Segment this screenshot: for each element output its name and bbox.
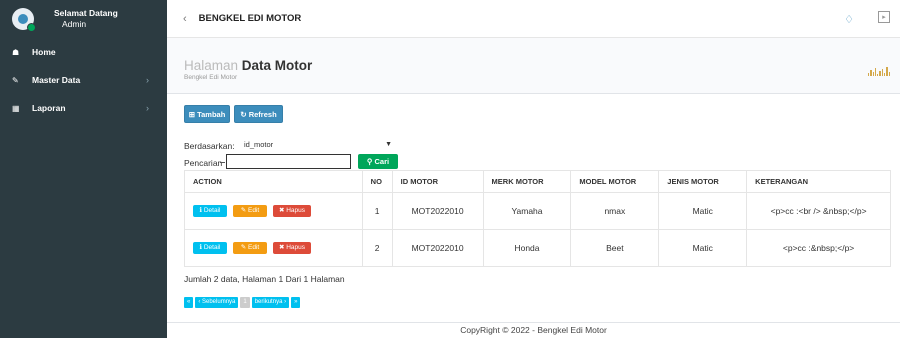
filter-select[interactable]: id_motor ▼ xyxy=(240,137,398,152)
user-info: Selamat Datang Admin xyxy=(54,8,118,30)
page-title-prefix: Halaman xyxy=(184,58,239,73)
user-panel: Selamat Datang Admin xyxy=(0,0,167,38)
cell-id-motor: MOT2022010 xyxy=(391,229,484,267)
cell-model: Beet xyxy=(570,229,660,267)
pagination-summary: Jumlah 2 data, Halaman 1 Dari 1 Halaman xyxy=(184,274,345,284)
footer: CopyRight © 2022 - Bengkel Edi Motor xyxy=(167,322,900,338)
cell-id-motor: MOT2022010 xyxy=(391,192,484,230)
refresh-button-label: Refresh xyxy=(248,109,277,119)
prev-page-button[interactable]: ‹ Sebelumnya xyxy=(195,297,239,308)
paint-bucket-icon[interactable]: ♢ xyxy=(844,13,854,26)
sidebar-menu: ☗ Home ✎ Master Data › ▦ Laporan › xyxy=(0,38,167,122)
cell-jenis: Matic xyxy=(658,192,748,230)
column-header: ID MOTOR xyxy=(391,170,484,193)
search-label: Pencarian xyxy=(184,158,223,168)
cell-keterangan: <p>cc :&nbsp;</p> xyxy=(746,229,891,267)
column-header: ACTION xyxy=(184,170,363,193)
delete-button[interactable]: ✖ Hapus xyxy=(273,242,311,254)
column-header: MERK MOTOR xyxy=(482,170,572,193)
content-box: ⊞ Tambah ↻ Refresh Berdasarkan: id_motor… xyxy=(167,94,900,322)
sidebar-item-laporan[interactable]: ▦ Laporan › xyxy=(0,94,167,122)
current-page: 1 xyxy=(240,297,250,308)
sparkline-icon xyxy=(868,66,890,76)
cell-keterangan: <p>cc :<br /> &nbsp;</p> xyxy=(746,192,891,230)
user-role: Admin xyxy=(62,19,87,29)
sidebar-toggle-icon[interactable]: ‹ xyxy=(183,13,187,25)
action-cell: ℹ Detail ✎ Edit ✖ Hapus xyxy=(184,192,363,230)
cell-no: 2 xyxy=(361,229,393,267)
sidebar-item-master-data[interactable]: ✎ Master Data › xyxy=(0,66,167,94)
sidebar: Selamat Datang Admin ☗ Home ✎ Master Dat… xyxy=(0,0,167,338)
cell-merk: Yamaha xyxy=(482,192,572,230)
page-title: Halaman Data Motor xyxy=(184,58,312,73)
action-cell: ℹ Detail ✎ Edit ✖ Hapus xyxy=(184,229,363,267)
column-header: MODEL MOTOR xyxy=(570,170,660,193)
detail-button[interactable]: ℹ Detail xyxy=(193,242,227,254)
table-row: ℹ Detail ✎ Edit ✖ Hapus 1 MOT2022010 Yamah… xyxy=(184,192,891,230)
cell-no: 1 xyxy=(361,192,393,230)
search-button-label: Cari xyxy=(374,157,390,166)
search-input[interactable] xyxy=(226,154,351,169)
chevron-right-icon: › xyxy=(146,103,149,113)
fullscreen-icon[interactable]: ▸ xyxy=(878,11,890,23)
sidebar-item-label: Master Data xyxy=(32,75,81,85)
add-button[interactable]: ⊞ Tambah xyxy=(184,105,230,123)
sidebar-item-home[interactable]: ☗ Home xyxy=(0,38,167,66)
edit-button[interactable]: ✎ Edit xyxy=(233,205,267,217)
refresh-icon: ↻ xyxy=(240,109,249,119)
last-page-button[interactable]: » xyxy=(291,297,301,308)
filter-label: Berdasarkan: xyxy=(184,141,235,151)
column-header: KETERANGAN xyxy=(746,170,891,193)
refresh-button[interactable]: ↻ Refresh xyxy=(234,105,283,123)
cell-model: nmax xyxy=(570,192,660,230)
column-header: NO xyxy=(361,170,393,193)
sidebar-item-label: Home xyxy=(32,47,56,57)
brand-title: BENGKEL EDI MOTOR xyxy=(198,13,302,24)
search-separator xyxy=(220,162,225,163)
add-button-label: Tambah xyxy=(197,109,226,119)
next-page-button[interactable]: berikutnya › xyxy=(251,297,290,308)
user-avatar xyxy=(12,8,36,32)
top-header: ‹ BENGKEL EDI MOTOR ♢ ▸ xyxy=(167,0,900,38)
content-header: Halaman Data Motor Bengkel Edi Motor xyxy=(167,38,900,94)
delete-button[interactable]: ✖ Hapus xyxy=(273,205,311,217)
data-table: ACTION NO ID MOTOR MERK MOTOR MODEL MOTO… xyxy=(184,170,891,267)
detail-button[interactable]: ℹ Detail xyxy=(193,205,227,217)
sidebar-item-label: Laporan xyxy=(32,103,66,113)
cell-merk: Honda xyxy=(482,229,572,267)
chevron-right-icon: › xyxy=(146,75,149,85)
caret-down-icon: ▼ xyxy=(385,141,392,148)
edit-icon: ✎ xyxy=(12,75,19,85)
greeting-text: Selamat Datang xyxy=(54,8,118,18)
first-page-button[interactable]: « xyxy=(184,297,194,308)
filter-selected-value: id_motor xyxy=(244,140,274,149)
table-header-row: ACTION NO ID MOTOR MERK MOTOR MODEL MOTO… xyxy=(184,170,891,193)
pagination: « ‹ Sebelumnya 1 berikutnya › » xyxy=(184,297,301,308)
cell-jenis: Matic xyxy=(658,229,748,267)
table-row: ℹ Detail ✎ Edit ✖ Hapus 2 MOT2022010 Honda… xyxy=(184,229,891,267)
home-icon: ☗ xyxy=(12,47,20,57)
search-button[interactable]: ⚲ Cari xyxy=(358,154,398,169)
calendar-icon: ▦ xyxy=(12,103,20,113)
search-icon: ⚲ xyxy=(366,157,375,166)
page-title-main: Data Motor xyxy=(241,58,313,73)
column-header: JENIS MOTOR xyxy=(658,170,748,193)
page-subtitle: Bengkel Edi Motor xyxy=(184,74,238,81)
plus-icon: ⊞ xyxy=(188,109,198,119)
edit-button[interactable]: ✎ Edit xyxy=(233,242,267,254)
